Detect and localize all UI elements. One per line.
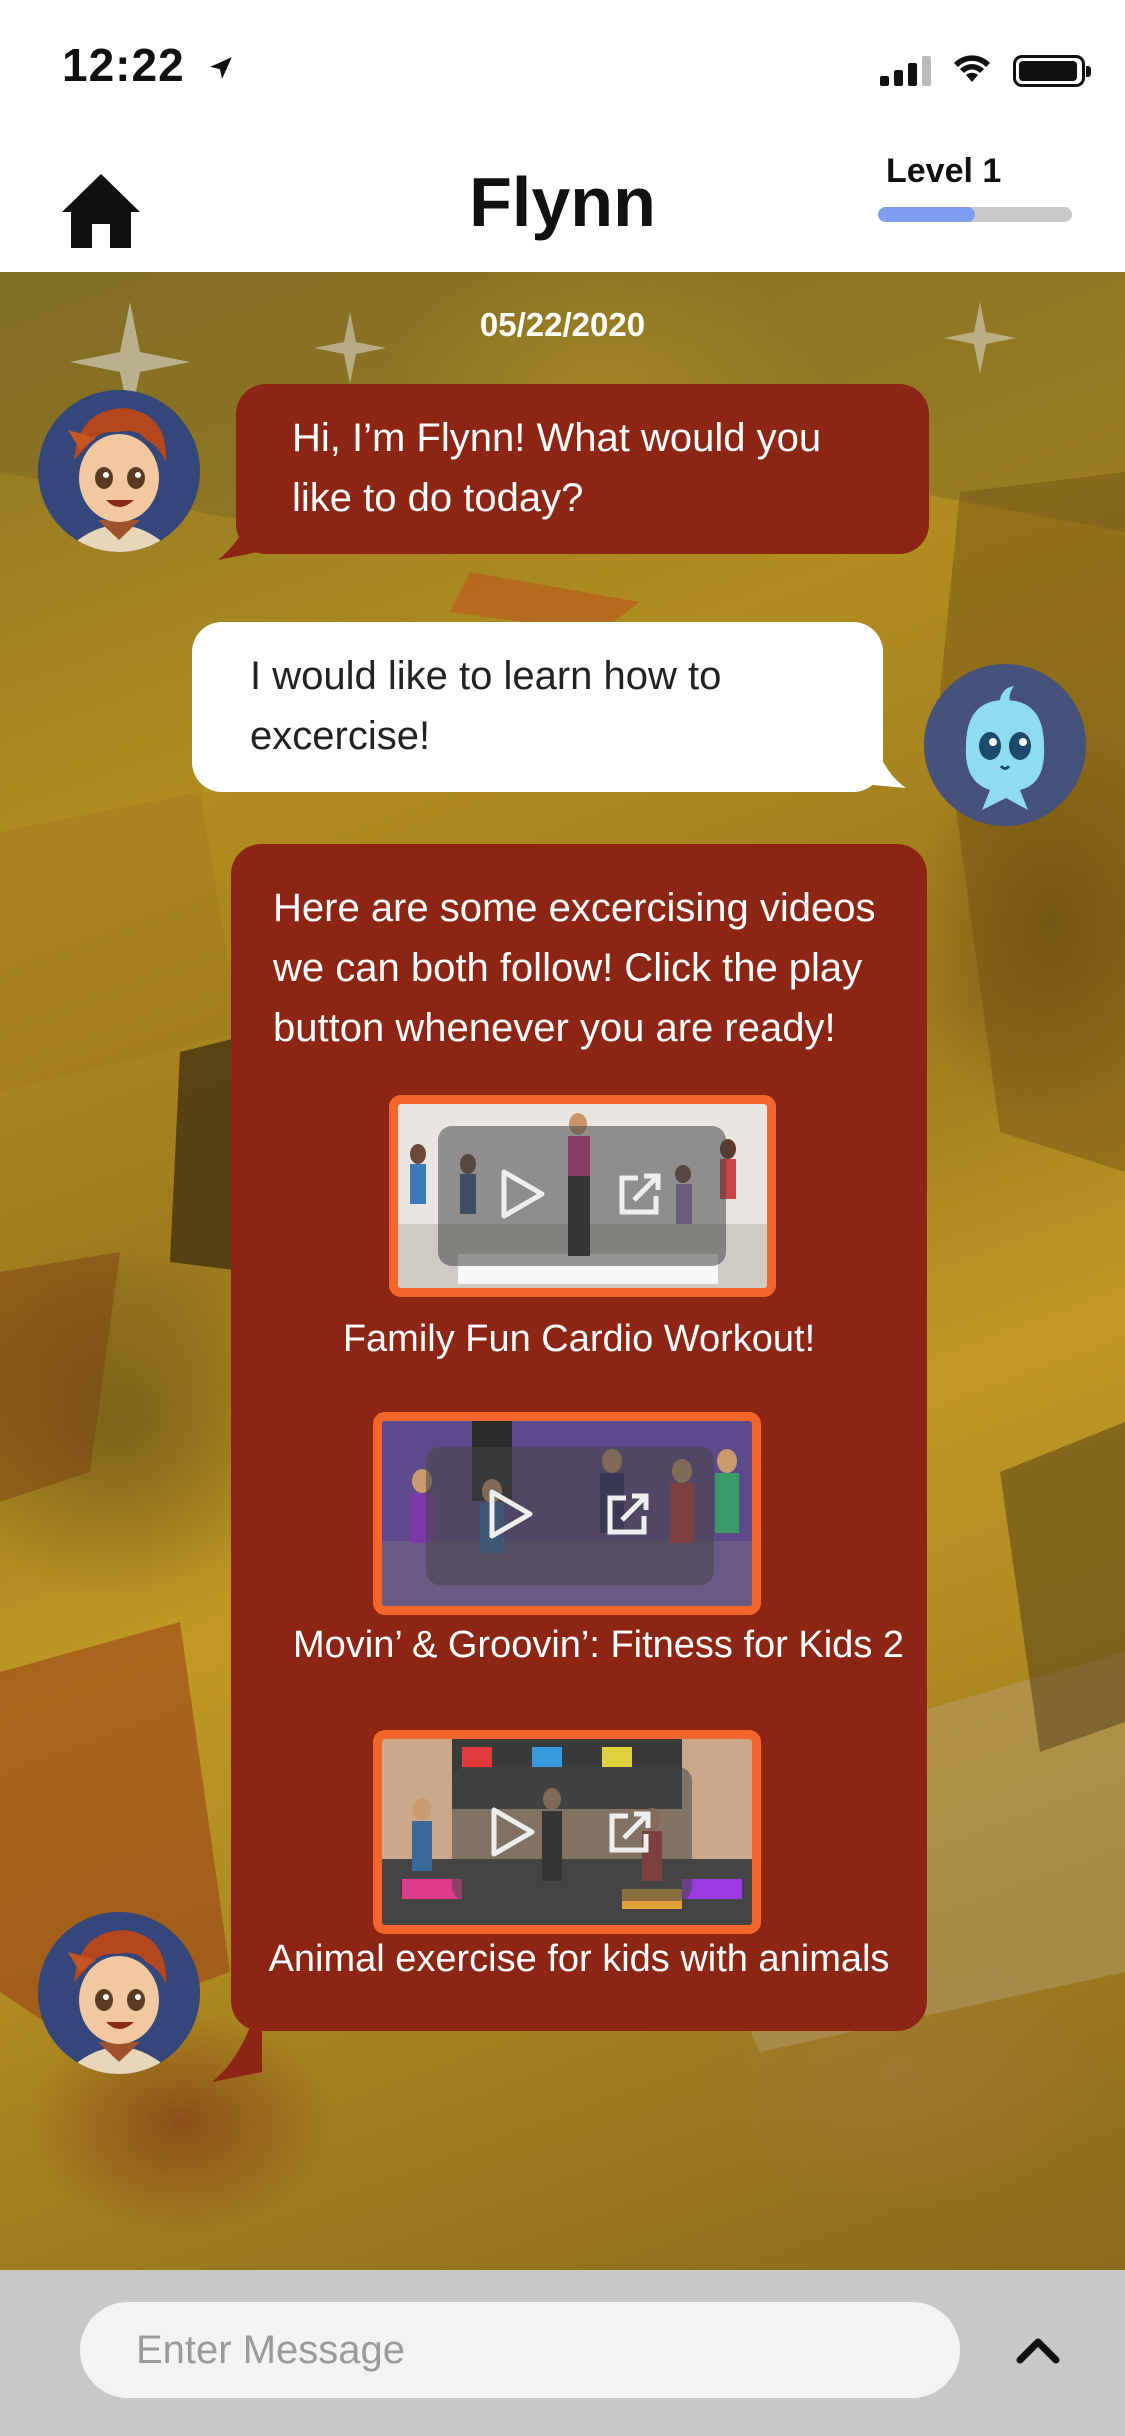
level-indicator: Level 1 (878, 152, 1074, 222)
video-controls-2 (426, 1447, 714, 1585)
external-link-icon[interactable] (616, 1170, 664, 1223)
level-progress-bar (878, 207, 1072, 222)
level-label: Level 1 (886, 152, 1002, 190)
chat-area[interactable]: 05/22/2020 Hi, I’m Flynn! What would you… (0, 272, 1125, 2270)
message-text: I would like to learn how to excercise! (250, 654, 722, 758)
external-link-icon[interactable] (604, 1490, 652, 1543)
video-title-3: Animal exercise for kids with animals (268, 1938, 890, 1980)
status-time-text: 12:22 (62, 39, 185, 91)
external-link-icon[interactable] (606, 1808, 654, 1861)
user-message-1: I would like to learn how to excercise! (192, 622, 883, 792)
video-card-2[interactable] (373, 1412, 761, 1615)
status-time: 12:22 (62, 38, 234, 92)
status-indicators (880, 52, 1091, 89)
flynn-avatar (38, 1912, 200, 2074)
location-arrow-icon (208, 38, 234, 92)
app-header: Flynn Level 1 (0, 130, 1125, 272)
video-title-2: Movin’ & Groovin’: Fitness for Kids 2 (292, 1624, 905, 1666)
video-card-3[interactable] (373, 1730, 761, 1934)
bubble-tail (212, 2022, 262, 2082)
bot-message-1: Hi, I’m Flynn! What would you like to do… (236, 384, 929, 554)
chat-date: 05/22/2020 (479, 306, 646, 343)
message-input[interactable] (80, 2302, 960, 2398)
wifi-icon (951, 52, 993, 89)
level-progress-fill (878, 207, 975, 222)
video-card-1[interactable] (389, 1095, 776, 1297)
play-icon[interactable] (490, 1807, 536, 1862)
video-controls-3 (452, 1767, 692, 1901)
video-title-1: Family Fun Cardio Workout! (342, 1318, 816, 1360)
message-text: Hi, I’m Flynn! What would you like to do… (292, 416, 822, 520)
play-icon[interactable] (488, 1489, 534, 1544)
cellular-signal-icon (880, 55, 931, 86)
battery-icon (1013, 54, 1091, 87)
video-controls-1 (438, 1126, 726, 1266)
play-icon[interactable] (500, 1169, 546, 1224)
message-composer (0, 2270, 1125, 2436)
message-text: Here are some excercising videos we can … (273, 886, 876, 1050)
flynn-avatar (38, 390, 200, 552)
user-avatar (924, 664, 1086, 826)
status-bar: 12:22 (0, 0, 1125, 130)
chevron-up-icon[interactable] (1010, 2322, 1066, 2378)
